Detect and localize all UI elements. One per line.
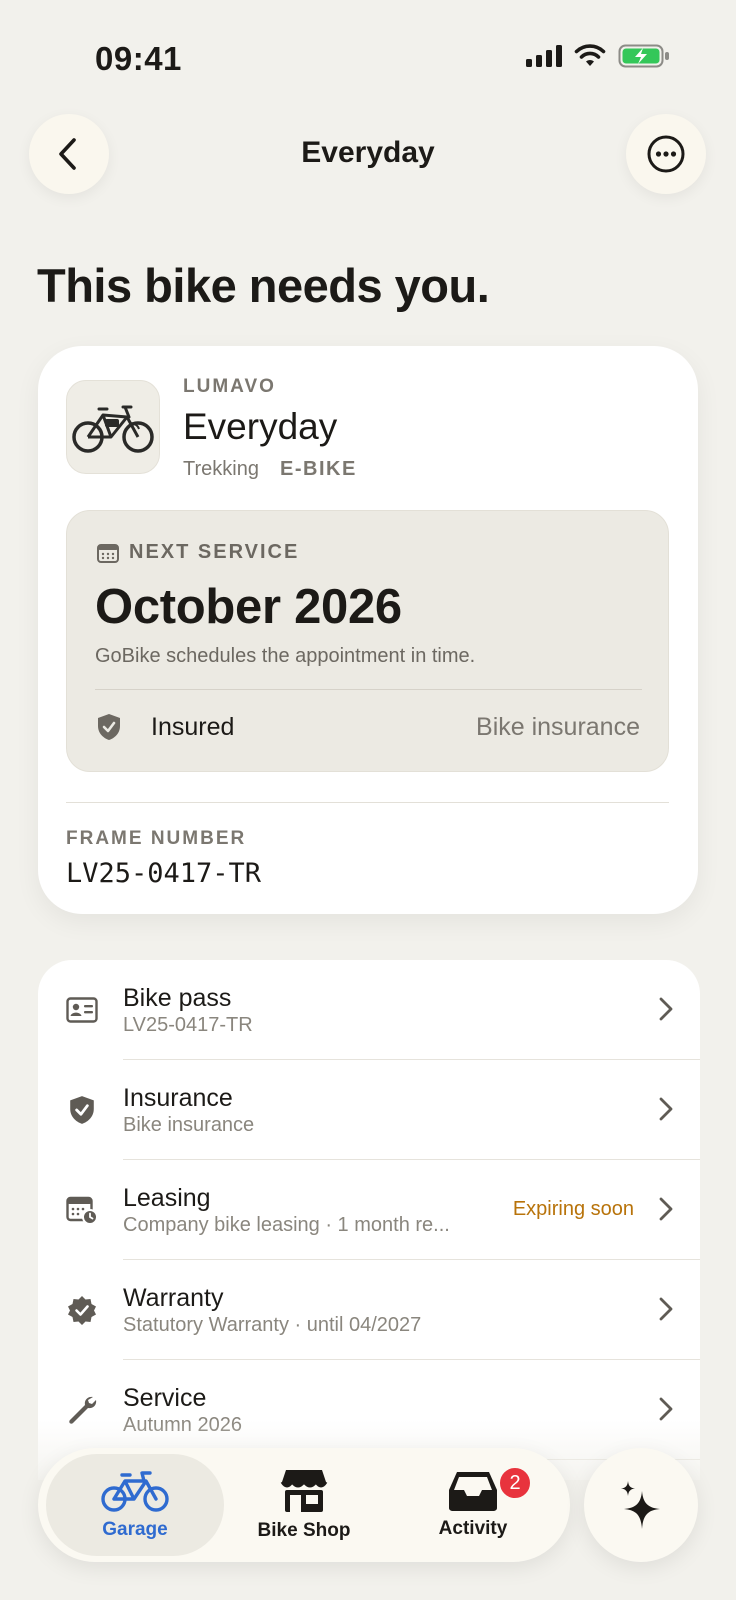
more-options-button[interactable] — [626, 114, 706, 194]
list-item-subtitle: Bike insurance — [123, 1114, 255, 1136]
list-item-warranty[interactable]: Warranty Statutory Warranty · until 04/2… — [38, 1260, 700, 1360]
bicycle-icon — [101, 1471, 169, 1512]
calendar-clock-icon — [66, 1194, 98, 1226]
battery-charging-icon — [618, 44, 669, 68]
verified-badge-icon — [66, 1294, 98, 1326]
notification-badge: 2 — [498, 1466, 532, 1500]
tab-label: Activity — [438, 1518, 508, 1539]
list-item-insurance[interactable]: Insurance Bike insurance — [38, 1060, 700, 1160]
tab-bar: Garage Bike Shop Activity 2 — [38, 1448, 570, 1562]
ebike-image-icon — [72, 405, 154, 453]
inbox-tray-icon — [449, 1472, 497, 1511]
bike-thumbnail — [66, 380, 160, 474]
storefront-icon — [280, 1470, 328, 1512]
bike-card[interactable]: LUMAVO Everyday Trekking E-BIKE NEXT SER… — [38, 346, 698, 914]
divider — [66, 802, 669, 803]
id-card-icon — [66, 994, 98, 1026]
bike-brand: LUMAVO — [183, 376, 276, 397]
shield-check-icon — [66, 1094, 98, 1126]
tab-garage[interactable]: Garage — [46, 1454, 224, 1556]
tab-bike-shop[interactable]: Bike Shop — [215, 1454, 393, 1556]
cellular-signal-icon — [526, 45, 562, 67]
tab-label: Bike Shop — [257, 1520, 351, 1541]
list-item-title: Insurance — [123, 1084, 233, 1112]
shield-check-icon — [98, 714, 120, 740]
chevron-right-icon — [659, 1297, 673, 1321]
chevron-right-icon — [659, 1097, 673, 1121]
insurance-status: Insured — [151, 713, 235, 741]
list-item-title: Bike pass — [123, 984, 232, 1012]
bike-details-list: Bike pass LV25-0417-TR Insurance Bike in… — [38, 960, 700, 1480]
next-service-note: GoBike schedules the appointment in time… — [95, 645, 476, 667]
list-item-leasing[interactable]: Leasing Company bike leasing · 1 month r… — [38, 1160, 700, 1260]
ai-assistant-button[interactable] — [584, 1448, 698, 1562]
list-item-subtitle: Company bike leasing · 1 month re... — [123, 1214, 450, 1236]
wifi-icon — [574, 44, 606, 66]
chevron-right-icon — [659, 997, 673, 1021]
calendar-icon — [97, 544, 119, 563]
next-service-label: NEXT SERVICE — [129, 541, 300, 563]
bike-type: Trekking — [183, 458, 259, 480]
status-time: 09:41 — [95, 40, 182, 77]
list-item-subtitle: Statutory Warranty · until 04/2027 — [123, 1314, 422, 1336]
tab-activity[interactable]: Activity 2 — [384, 1454, 562, 1556]
expiring-soon-badge: Expiring soon — [512, 1198, 634, 1220]
list-item-title: Service — [123, 1384, 207, 1412]
next-service-date: October 2026 — [95, 580, 402, 634]
ellipsis-circle-icon — [647, 135, 685, 173]
list-item-title: Warranty — [123, 1284, 224, 1312]
chevron-right-icon — [659, 1197, 673, 1221]
tab-label: Garage — [102, 1519, 168, 1540]
list-item-bike-pass[interactable]: Bike pass LV25-0417-TR — [38, 960, 700, 1060]
chevron-right-icon — [659, 1397, 673, 1421]
frame-number-label: FRAME NUMBER — [66, 828, 247, 849]
bike-category-badge: E-BIKE — [280, 458, 357, 480]
bike-name: Everyday — [183, 406, 338, 447]
insurance-name[interactable]: Bike insurance — [476, 713, 640, 742]
next-service-panel[interactable]: NEXT SERVICE October 2026 GoBike schedul… — [66, 510, 669, 772]
status-icons — [526, 44, 670, 68]
divider — [95, 689, 642, 690]
page-headline: This bike needs you. — [37, 259, 490, 312]
sparkles-icon — [621, 1481, 660, 1529]
frame-number-value: LV25-0417-TR — [66, 858, 262, 889]
list-item-title: Leasing — [123, 1184, 211, 1212]
list-item-subtitle: LV25-0417-TR — [123, 1014, 253, 1036]
